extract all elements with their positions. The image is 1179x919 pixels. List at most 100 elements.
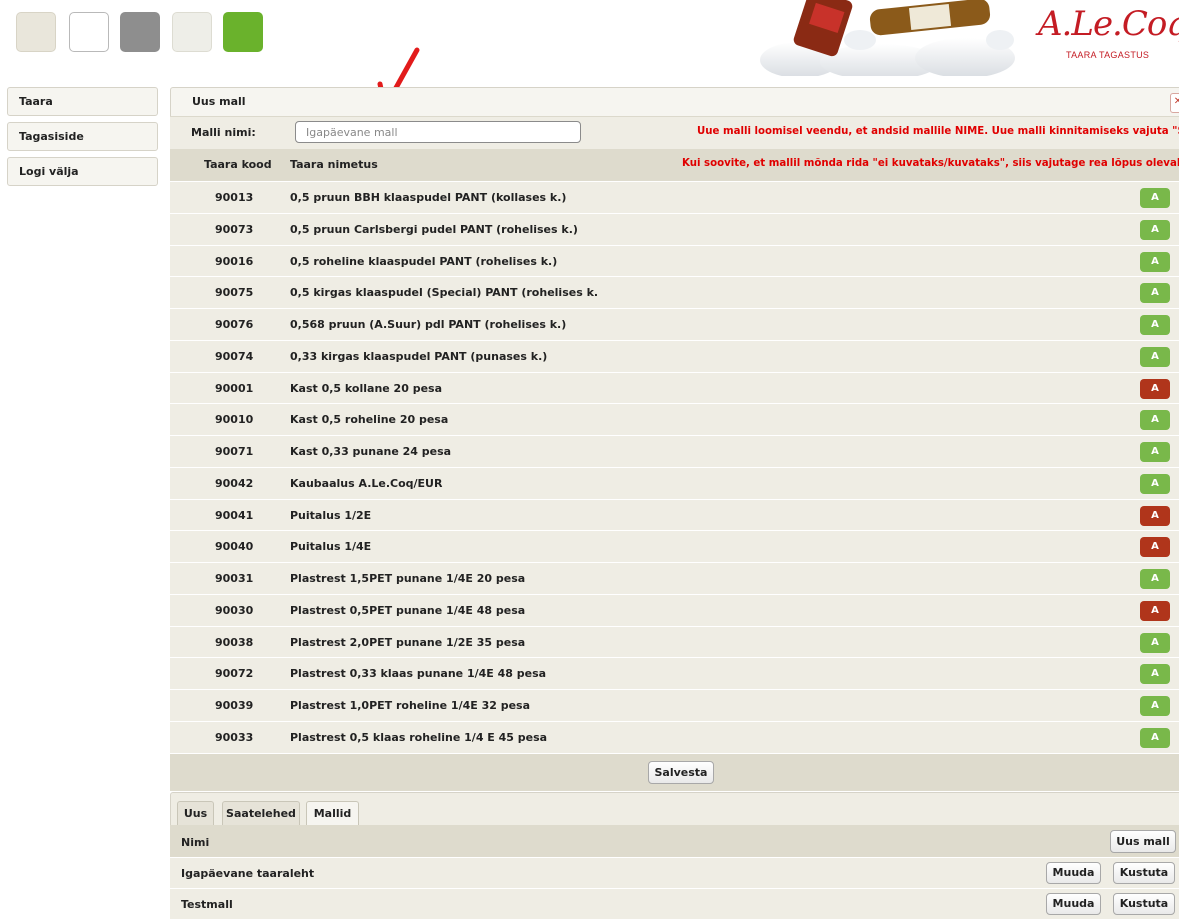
taara-name: 0,33 kirgas klaaspudel PANT (punases k.) <box>290 349 548 363</box>
toggle-visibility-button[interactable]: A <box>1140 346 1170 367</box>
template-row: Igapäevane taaraleht Muuda Kustuta <box>170 857 1179 888</box>
toggle-visibility-button[interactable]: A <box>1140 632 1170 653</box>
taara-code: 90072 <box>215 667 254 681</box>
color-swatch-green[interactable] <box>223 12 263 52</box>
sidebar: Taara Tagasiside Logi välja <box>7 87 158 192</box>
template-name-row: Malli nimi: Uue malli loomisel veendu, e… <box>170 116 1179 149</box>
taara-code: 90031 <box>215 572 254 585</box>
toggle-visibility-button[interactable]: A <box>1140 410 1170 431</box>
close-icon[interactable]: ✕ <box>1170 93 1179 113</box>
table-row: 90042 Kaubaalus A.Le.Coq/EUR A <box>170 466 1179 499</box>
new-template-button[interactable]: Uus mall <box>1110 830 1176 853</box>
taara-code: 90001 <box>215 381 254 395</box>
table-row: 90016 0,5 roheline klaaspudel PANT (rohel… <box>170 244 1179 277</box>
templates-panel: Uus Saatelehed Mallid Nimi Uus mall Igap… <box>170 792 1179 919</box>
table-row: 90030 Plastrest 0,5PET punane 1/4E 48 pes… <box>170 593 1179 626</box>
color-swatch-white[interactable] <box>69 12 109 52</box>
taara-code: 90040 <box>215 540 254 554</box>
tab-uus[interactable]: Uus <box>177 801 214 826</box>
toggle-visibility-button[interactable]: A <box>1140 251 1170 272</box>
taara-code: 90041 <box>215 508 254 522</box>
taara-name: Plastrest 0,5 klaas roheline 1/4 E 45 pe… <box>290 730 548 744</box>
column-header-code: Taara kood <box>204 158 272 171</box>
taara-name: Kaubaalus A.Le.Coq/EUR <box>290 476 443 490</box>
toggle-visibility-button[interactable]: A <box>1140 219 1170 240</box>
table-row: 90072 Plastrest 0,33 klaas punane 1/4E 48… <box>170 657 1179 689</box>
toggle-visibility-button[interactable]: A <box>1140 727 1170 748</box>
table-row: 90039 Plastrest 1,0PET roheline 1/4E 32 p… <box>170 689 1179 721</box>
tab-mallid[interactable]: Mallid <box>306 801 359 827</box>
color-swatch-light[interactable] <box>172 12 212 52</box>
delete-template-button[interactable]: Kustuta <box>1113 893 1175 915</box>
taara-name: Kast 0,5 roheline 20 pesa <box>290 413 449 427</box>
taara-name: Puitalus 1/4E <box>290 540 372 554</box>
taara-code: 90071 <box>215 445 254 458</box>
new-template-panel: Uus mall ✕ Malli nimi: Uue malli loomise… <box>170 87 1179 791</box>
taara-name: Plastrest 1,5PET punane 1/4E 20 pesa <box>290 572 526 585</box>
table-row: 90041 Puitalus 1/2E A <box>170 498 1179 531</box>
toggle-visibility-button[interactable]: A <box>1140 537 1170 558</box>
toggle-visibility-button[interactable]: A <box>1140 283 1170 304</box>
toggle-visibility-button[interactable]: A <box>1140 315 1170 335</box>
table-row: 90071 Kast 0,33 punane 24 pesa A <box>170 435 1179 467</box>
toggle-visibility-button[interactable]: A <box>1140 378 1170 399</box>
table-row: 90001 Kast 0,5 kollane 20 pesa A <box>170 371 1179 404</box>
column-header-nimi: Nimi <box>181 836 210 849</box>
toggle-visibility-button[interactable]: A <box>1140 505 1170 526</box>
color-swatch-beige[interactable] <box>16 12 56 52</box>
taara-code: 90075 <box>215 286 254 300</box>
sidebar-item-tagasiside[interactable]: Tagasiside <box>7 122 158 151</box>
taara-name: Plastrest 2,0PET punane 1/2E 35 pesa <box>290 635 526 649</box>
taara-code: 90010 <box>215 413 254 427</box>
table-row: 90073 0,5 pruun Carlsbergi pudel PANT (ro… <box>170 212 1179 245</box>
save-button[interactable]: Salvesta <box>648 760 714 784</box>
table-row: 90074 0,33 kirgas klaaspudel PANT (punase… <box>170 339 1179 372</box>
tab-saatelehed[interactable]: Saatelehed <box>222 801 300 826</box>
table-row: 90033 Plastrest 0,5 klaas roheline 1/4 E … <box>170 720 1179 753</box>
taara-code: 90076 <box>215 318 254 331</box>
column-header-name: Taara nimetus <box>290 158 378 171</box>
taara-name: Kast 0,5 kollane 20 pesa <box>290 381 443 395</box>
table-header: Taara kood Taara nimetus Kui soovite, et… <box>170 149 1179 181</box>
logo-script: A.Le.Coq <box>1038 4 1179 44</box>
delete-template-button[interactable]: Kustuta <box>1113 862 1175 884</box>
toggle-visibility-button[interactable]: A <box>1140 600 1170 621</box>
toggle-visibility-button[interactable]: A <box>1140 569 1170 589</box>
taara-name: 0,568 pruun (A.Suur) pdl PANT (rohelises… <box>290 318 567 331</box>
logo-subtitle: TAARA TAGASTUS <box>1066 50 1150 60</box>
column-header-hint: Kui soovite, et mallil mõnda rida "ei ku… <box>682 158 1179 169</box>
taara-name: Puitalus 1/2E <box>290 508 372 522</box>
taara-code: 90042 <box>215 476 254 490</box>
taara-code: 90033 <box>215 730 254 744</box>
taara-code: 90013 <box>215 191 254 204</box>
template-name-input[interactable] <box>295 121 581 143</box>
sidebar-item-logout[interactable]: Logi välja <box>7 157 158 186</box>
color-swatch-gray[interactable] <box>120 12 160 52</box>
toggle-visibility-button[interactable]: A <box>1140 473 1170 494</box>
save-row: Salvesta <box>170 752 1179 791</box>
toggle-visibility-button[interactable]: A <box>1140 696 1170 716</box>
table-row: 90010 Kast 0,5 roheline 20 pesa A <box>170 403 1179 435</box>
taara-rows: 90013 0,5 pruun BBH klaaspudel PANT (koll… <box>170 181 1179 753</box>
taara-name: Plastrest 1,0PET roheline 1/4E 32 pesa <box>290 699 531 712</box>
taara-name: Plastrest 0,5PET punane 1/4E 48 pesa <box>290 603 526 617</box>
taara-name: 0,5 kirgas klaaspudel (Special) PANT (ro… <box>290 286 599 300</box>
taara-code: 90038 <box>215 635 254 649</box>
edit-template-button[interactable]: Muuda <box>1046 893 1101 915</box>
toggle-visibility-button[interactable]: A <box>1140 188 1170 208</box>
table-row: 90075 0,5 kirgas klaaspudel (Special) PAN… <box>170 276 1179 308</box>
panel-header: Uus mall ✕ <box>170 87 1179 116</box>
table-row: 90076 0,568 pruun (A.Suur) pdl PANT (rohe… <box>170 308 1179 340</box>
sidebar-item-taara[interactable]: Taara <box>7 87 158 116</box>
templates-header: Nimi Uus mall <box>170 825 1179 857</box>
taara-code: 90030 <box>215 603 254 617</box>
table-row: 90031 Plastrest 1,5PET punane 1/4E 20 pes… <box>170 562 1179 594</box>
template-name-label: Malli nimi: <box>191 126 256 139</box>
taara-name: 0,5 pruun BBH klaaspudel PANT (kollases … <box>290 191 567 204</box>
edit-template-button[interactable]: Muuda <box>1046 862 1101 884</box>
table-row: 90040 Puitalus 1/4E A <box>170 530 1179 562</box>
toggle-visibility-button[interactable]: A <box>1140 442 1170 462</box>
toggle-visibility-button[interactable]: A <box>1140 664 1170 685</box>
alecoq-logo: A.Le.Coq TAARA TAGASTUS <box>1030 2 1179 74</box>
template-name: Testmall <box>181 898 233 911</box>
